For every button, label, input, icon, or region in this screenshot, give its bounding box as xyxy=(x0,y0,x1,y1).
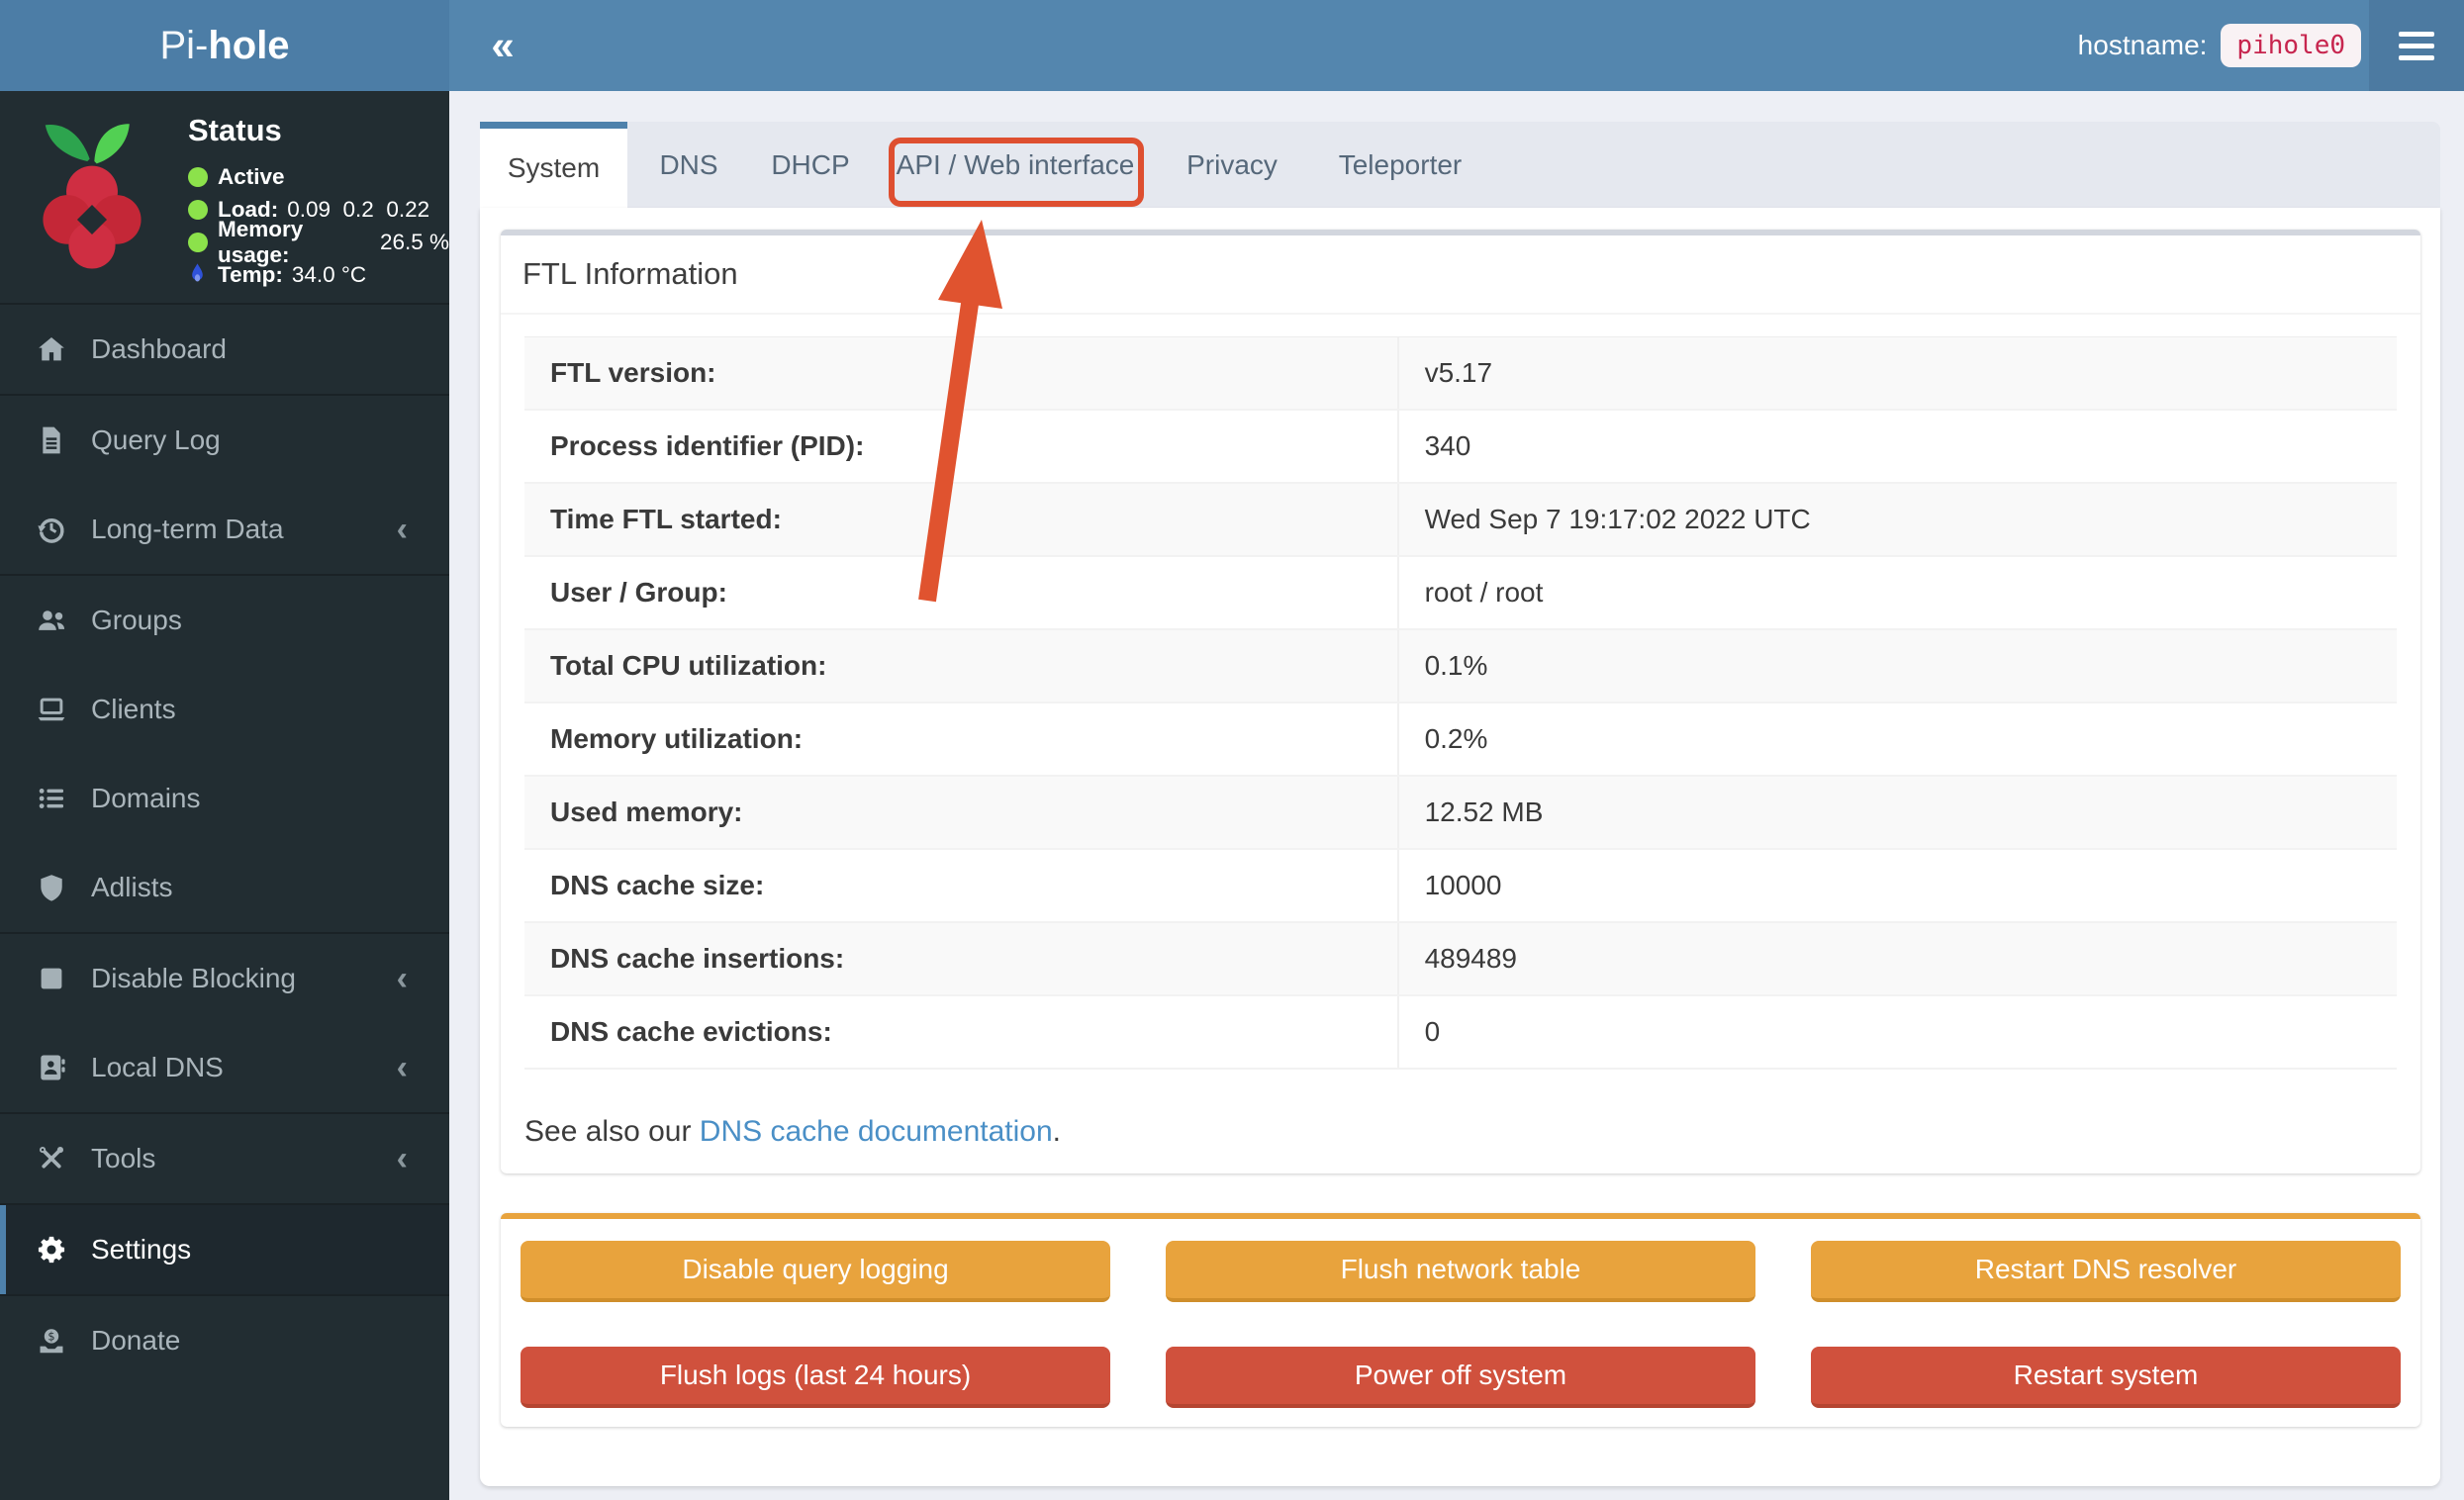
table-row: Process identifier (PID): 340 xyxy=(524,411,2397,484)
power-off-system-button[interactable]: Power off system xyxy=(1166,1347,1755,1408)
sidebar-item-label: Settings xyxy=(91,1234,192,1265)
table-row: DNS cache evictions: 0 xyxy=(524,996,2397,1070)
status-title: Status xyxy=(188,113,282,147)
history-icon xyxy=(38,518,64,543)
table-row: Used memory: 12.52 MB xyxy=(524,777,2397,850)
tab-teleporter[interactable]: Teleporter xyxy=(1304,122,1496,208)
tab-api-web-interface[interactable]: API / Web interface xyxy=(871,122,1160,208)
ftl-info-table: FTL version: v5.17 Process identifier (PI… xyxy=(524,336,2397,1070)
address-book-icon xyxy=(41,1055,65,1080)
gear-icon xyxy=(38,1236,65,1264)
sidebar-item-label: Clients xyxy=(91,694,176,724)
status-line-temp: Temp: 34.0 °C xyxy=(188,258,449,291)
flush-network-table-button[interactable]: Flush network table xyxy=(1166,1241,1755,1302)
sidebar-item-groups[interactable]: Groups xyxy=(0,576,449,665)
table-row: Memory utilization: 0.2% xyxy=(524,703,2397,777)
pihole-logo[interactable]: Pi-hole xyxy=(0,0,449,91)
chevron-left-icon: ‹ xyxy=(396,959,408,997)
ftl-information-card: FTL Information FTL version: v5.17 Proces… xyxy=(501,230,2420,1173)
logo-bold: hole xyxy=(208,23,290,67)
flush-logs-button[interactable]: Flush logs (last 24 hours) xyxy=(521,1347,1110,1408)
sidebar-item-query-log[interactable]: Query Log xyxy=(0,396,449,485)
file-icon xyxy=(43,426,60,454)
shield-icon xyxy=(41,875,62,901)
home-icon xyxy=(39,337,64,361)
tab-content-panel: FTL Information FTL version: v5.17 Proces… xyxy=(480,208,2440,1486)
sidebar-item-long-term-data[interactable]: Long-term Data ‹ xyxy=(0,485,449,574)
card-header: FTL Information xyxy=(501,235,2420,315)
status-dot-green xyxy=(188,166,208,187)
disable-query-logging-button[interactable]: Disable query logging xyxy=(521,1241,1110,1302)
sidebar-item-label: Groups xyxy=(91,605,182,635)
hamburger-menu-icon[interactable] xyxy=(2369,0,2464,91)
svg-text:$: $ xyxy=(47,1329,54,1343)
hostname-area: hostname: pihole0 xyxy=(2078,0,2361,91)
restart-system-button[interactable]: Restart system xyxy=(1811,1347,2401,1408)
chevron-left-icon: ‹ xyxy=(396,1139,408,1177)
restart-dns-resolver-button[interactable]: Restart DNS resolver xyxy=(1811,1241,2401,1302)
sidebar-item-label: Long-term Data xyxy=(91,514,284,544)
status-dot-green xyxy=(188,199,208,220)
top-navbar: Pi-hole « hostname: pihole0 xyxy=(0,0,2464,91)
logo-prefix: Pi- xyxy=(159,23,209,67)
sidebar-item-label: Adlists xyxy=(91,872,173,902)
chevron-left-icon: ‹ xyxy=(396,510,408,548)
sidebar-item-label: Tools xyxy=(91,1143,156,1173)
temperature-icon xyxy=(192,263,203,282)
status-dot-green xyxy=(188,232,208,252)
card-title: FTL Information xyxy=(522,256,738,291)
sidebar-item-label: Disable Blocking xyxy=(91,963,296,993)
hostname-badge: pihole0 xyxy=(2221,24,2361,67)
laptop-icon xyxy=(38,698,65,721)
sidebar-item-label: Query Log xyxy=(91,424,221,455)
system-actions-card: Disable query logging Flush network tabl… xyxy=(501,1213,2420,1427)
sidebar-item-label: Local DNS xyxy=(91,1052,224,1082)
chevron-left-icon: ‹ xyxy=(396,1048,408,1086)
sidebar: Status Active Load: 0.09 0.2 0.22 Memory … xyxy=(0,91,449,1500)
table-row: User / Group: root / root xyxy=(524,557,2397,630)
sidebar-item-tools[interactable]: Tools ‹ xyxy=(0,1114,449,1203)
tab-dns[interactable]: DNS xyxy=(627,122,750,208)
sidebar-item-label: Donate xyxy=(91,1325,181,1356)
table-row: Time FTL started: Wed Sep 7 19:17:02 2022… xyxy=(524,484,2397,557)
donate-icon: $ xyxy=(40,1329,63,1354)
sidebar-item-settings[interactable]: Settings xyxy=(0,1205,449,1294)
status-panel: Status Active Load: 0.09 0.2 0.22 Memory … xyxy=(0,91,449,303)
sidebar-collapse-icon[interactable]: « xyxy=(467,0,538,91)
table-row: Total CPU utilization: 0.1% xyxy=(524,630,2397,703)
stop-icon xyxy=(41,968,62,989)
tab-system[interactable]: System xyxy=(480,122,627,208)
sidebar-item-donate[interactable]: $ Donate xyxy=(0,1296,449,1385)
sidebar-item-clients[interactable]: Clients xyxy=(0,665,449,754)
sidebar-item-domains[interactable]: Domains xyxy=(0,754,449,843)
dns-cache-documentation-link[interactable]: DNS cache documentation xyxy=(700,1115,1053,1148)
table-row: DNS cache size: 10000 xyxy=(524,850,2397,923)
see-also-note: See also our DNS cache documentation. xyxy=(524,1115,1061,1148)
pihole-settings-page: Pi-hole « hostname: pihole0 Status Activ… xyxy=(0,0,2464,1500)
tab-dhcp[interactable]: DHCP xyxy=(750,122,871,208)
status-line-memory: Memory usage: 26.5 % xyxy=(188,217,449,267)
sidebar-item-adlists[interactable]: Adlists xyxy=(0,843,449,932)
wrench-icon xyxy=(40,1147,63,1169)
users-icon xyxy=(39,610,65,630)
list-icon xyxy=(39,789,63,808)
sidebar-item-disable-blocking[interactable]: Disable Blocking ‹ xyxy=(0,934,449,1023)
sidebar-item-local-dns[interactable]: Local DNS ‹ xyxy=(0,1023,449,1112)
hostname-label: hostname: xyxy=(2077,30,2208,60)
status-line-active: Active xyxy=(188,160,449,193)
sidebar-item-label: Domains xyxy=(91,783,201,813)
sidebar-menu: Dashboard Query Log Long-term Data ‹ Gro… xyxy=(0,303,449,1385)
raspberry-logo xyxy=(43,124,142,269)
table-row: DNS cache insertions: 489489 xyxy=(524,923,2397,996)
sidebar-item-label: Dashboard xyxy=(91,333,227,364)
tab-privacy[interactable]: Privacy xyxy=(1160,122,1304,208)
settings-tabs: System DNS DHCP API / Web interface Priv… xyxy=(480,122,2440,208)
table-row: FTL version: v5.17 xyxy=(524,337,2397,411)
sidebar-item-dashboard[interactable]: Dashboard xyxy=(0,305,449,394)
main-content: System DNS DHCP API / Web interface Priv… xyxy=(449,91,2464,1500)
